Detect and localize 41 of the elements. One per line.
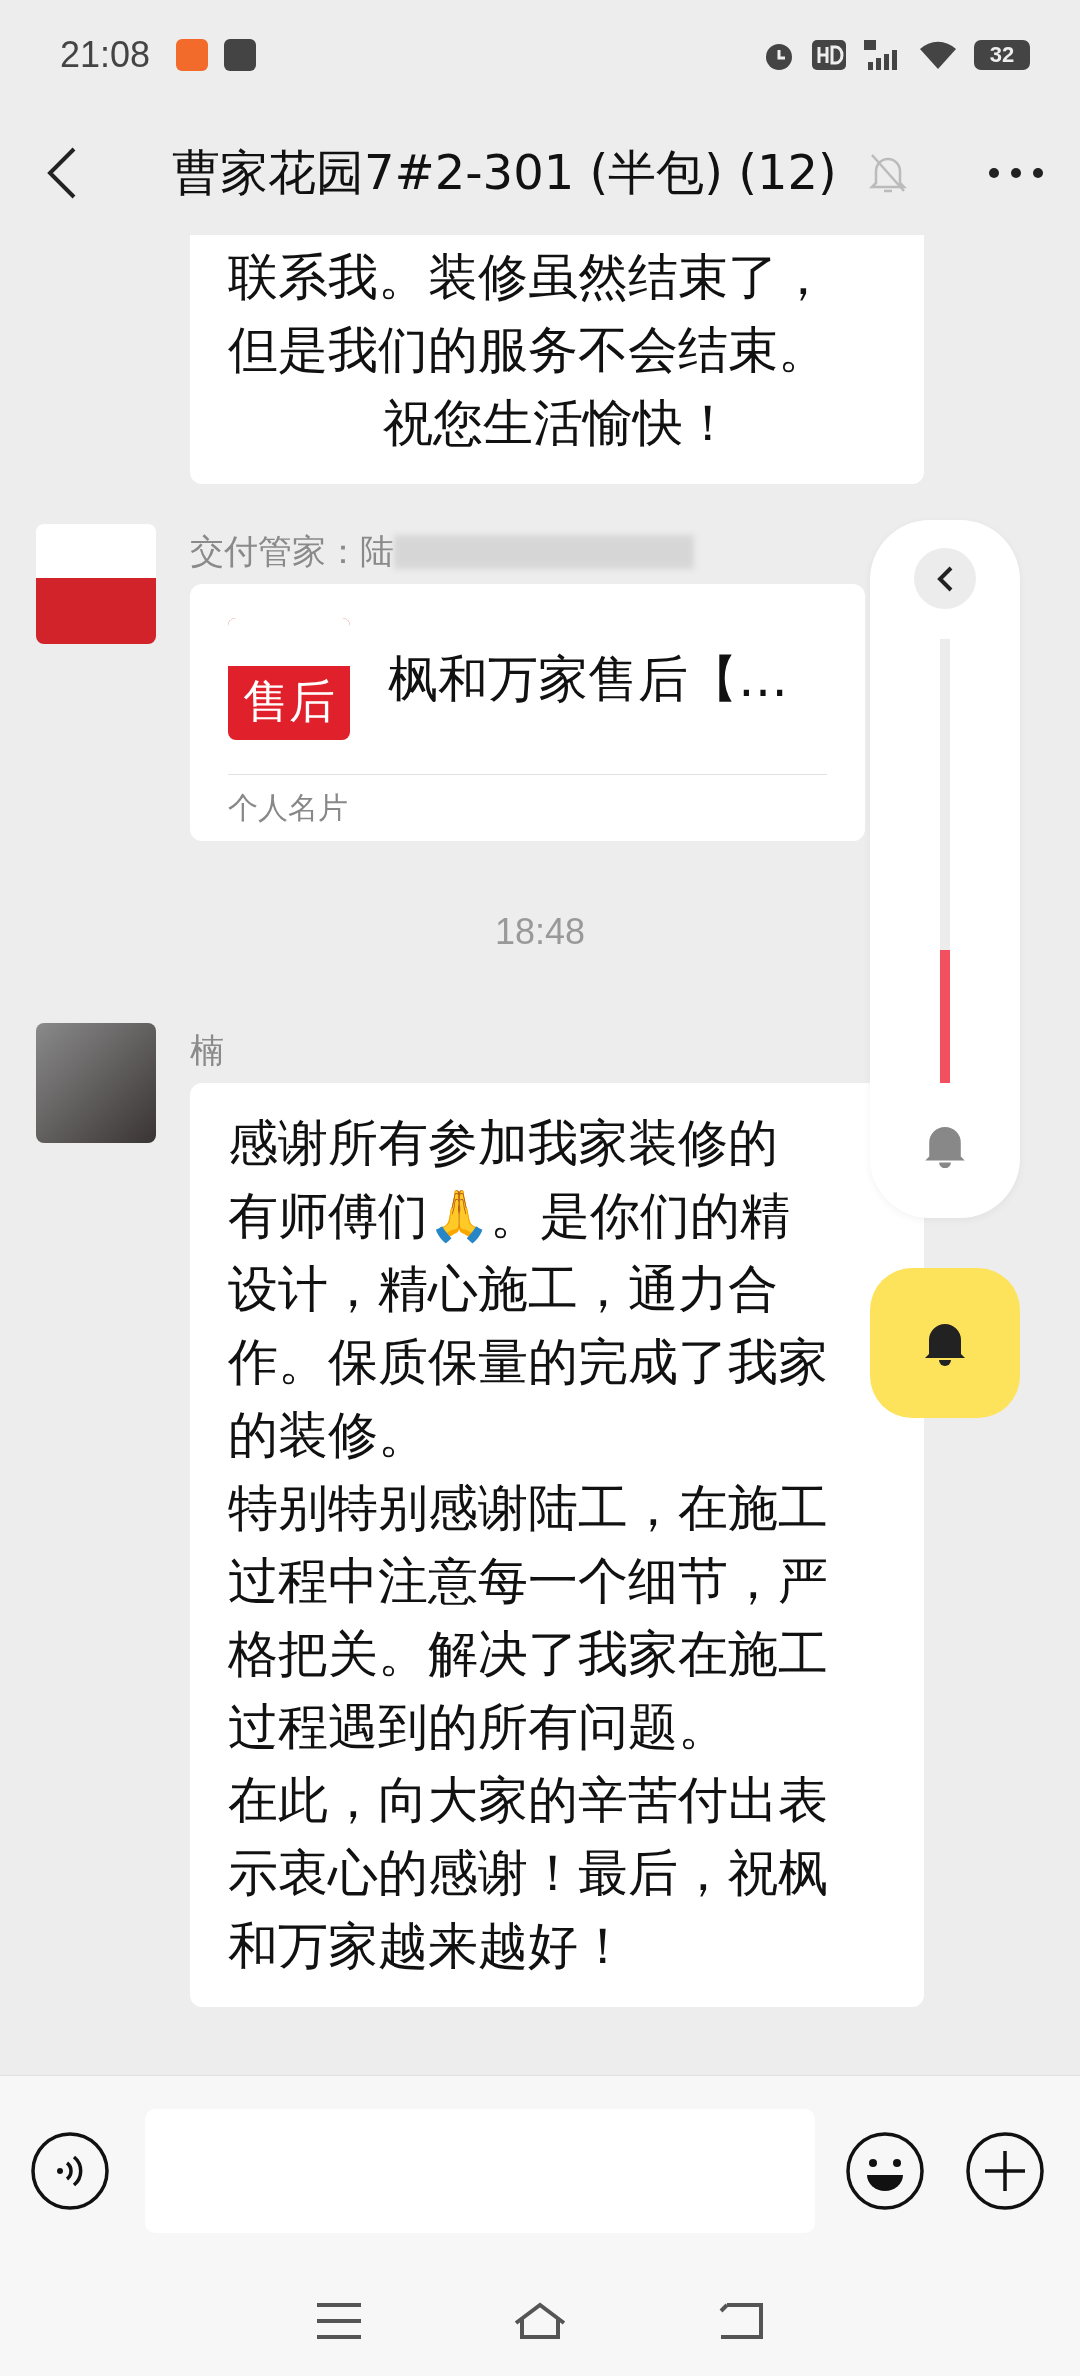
message-text: 在此，向大家的辛苦付出表: [228, 1770, 828, 1831]
sender-name: 交付管家：陆: [190, 530, 394, 573]
message-text: 设计，精心施工，通力合: [228, 1259, 778, 1320]
avatar-image[interactable]: [36, 524, 156, 644]
message-text: 的装修。: [228, 1405, 428, 1466]
avatar-image[interactable]: [36, 1023, 156, 1143]
emoji-icon[interactable]: [845, 2131, 925, 2211]
menu-icon[interactable]: [314, 2301, 363, 2341]
message-text: 祝您生活愉快！: [383, 393, 733, 454]
message-text: 格把关。解决了我家在施工: [228, 1624, 828, 1685]
message-text: 和万家越来越好！: [228, 1916, 628, 1977]
back-nav-icon[interactable]: [717, 2301, 766, 2341]
message-text: 但是我们的服务不会结束。: [228, 320, 828, 381]
more-icon[interactable]: [988, 166, 1044, 179]
message-text: 特别特别感谢陆工，在施工: [228, 1478, 828, 1539]
app-notification-icon: [224, 39, 257, 71]
reminder-button[interactable]: [870, 1268, 1020, 1418]
battery-icon: 32: [974, 40, 1030, 70]
add-icon[interactable]: [965, 2131, 1045, 2211]
status-time: 21:08: [60, 34, 151, 76]
wifi-icon: [918, 39, 958, 71]
slider-track[interactable]: [940, 639, 950, 1083]
home-icon[interactable]: [512, 2301, 568, 2341]
voice-icon[interactable]: [30, 2131, 110, 2211]
message-text: 联系我。装修虽然结束了，: [228, 247, 828, 308]
message-text: 有师傅们🙏。是你们的精: [228, 1186, 790, 1247]
sender-name: 楠: [190, 1029, 224, 1072]
message-text: 作。保质保量的完成了我家: [228, 1332, 828, 1393]
card-logo: 售后: [228, 618, 350, 740]
contact-card[interactable]: 售后 枫和万家售后【… 个人名片: [190, 584, 865, 841]
chat-title: 曹家花园7#2-301 (半包) (12): [172, 142, 838, 202]
app-notification-icon: [176, 39, 209, 71]
hd-icon: [812, 40, 846, 70]
card-type-label: 个人名片: [228, 789, 349, 827]
message-text: 过程中注意每一个细节，严: [228, 1551, 828, 1612]
card-title: 枫和万家售后【…: [388, 648, 788, 710]
message-timestamp: 18:48: [494, 911, 586, 953]
message-text: 过程遇到的所有问题。: [228, 1697, 728, 1758]
message-text: 示衷心的感谢！最后，祝枫: [228, 1843, 828, 1904]
chevron-left-icon: [935, 564, 955, 593]
message-text: 感谢所有参加我家装修的: [228, 1113, 778, 1174]
